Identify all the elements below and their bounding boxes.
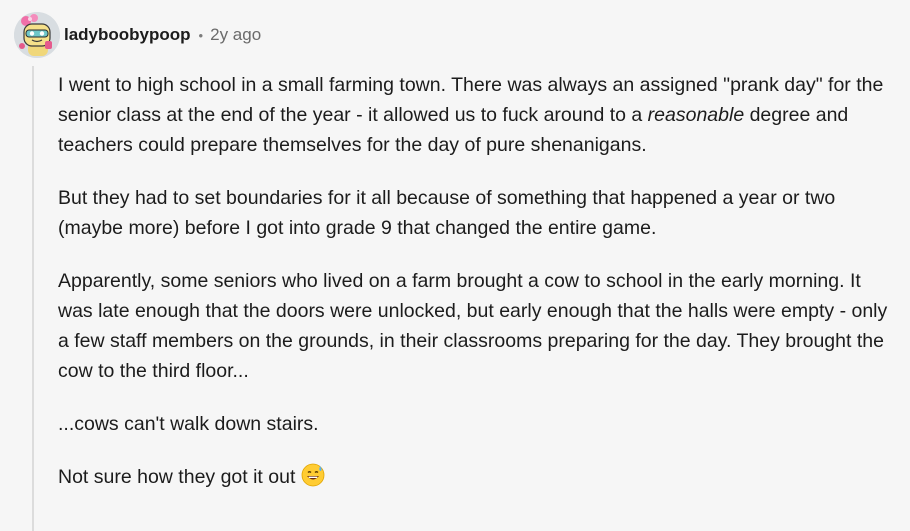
meta-separator: • (198, 27, 204, 43)
comment: ladyboobypoop • 2y ago I went to high sc… (0, 0, 910, 531)
comment-paragraph: But they had to set boundaries for it al… (58, 187, 836, 239)
comment-timestamp[interactable]: 2y ago (210, 25, 261, 45)
author-username[interactable]: ladyboobypoop (64, 25, 191, 45)
comment-paragraph: ...cows can't walk down stairs. (58, 413, 319, 435)
paragraph-text: Not sure how they got it out (58, 466, 296, 488)
snoo-avatar-icon (14, 12, 60, 58)
emphasis-text: reasonable (647, 104, 745, 126)
comment-paragraph: Not sure how they got it out (58, 462, 898, 496)
grinning-sweat-emoji-icon (301, 463, 325, 496)
comment-body: I went to high school in a small farming… (58, 70, 898, 519)
thread-collapse-line[interactable] (32, 66, 34, 531)
comment-paragraph: I went to high school in a small farming… (58, 70, 898, 160)
comment-header: ladyboobypoop • 2y ago (14, 12, 261, 58)
avatar[interactable] (14, 12, 60, 58)
comment-paragraph: Apparently, some seniors who lived on a … (58, 270, 888, 382)
